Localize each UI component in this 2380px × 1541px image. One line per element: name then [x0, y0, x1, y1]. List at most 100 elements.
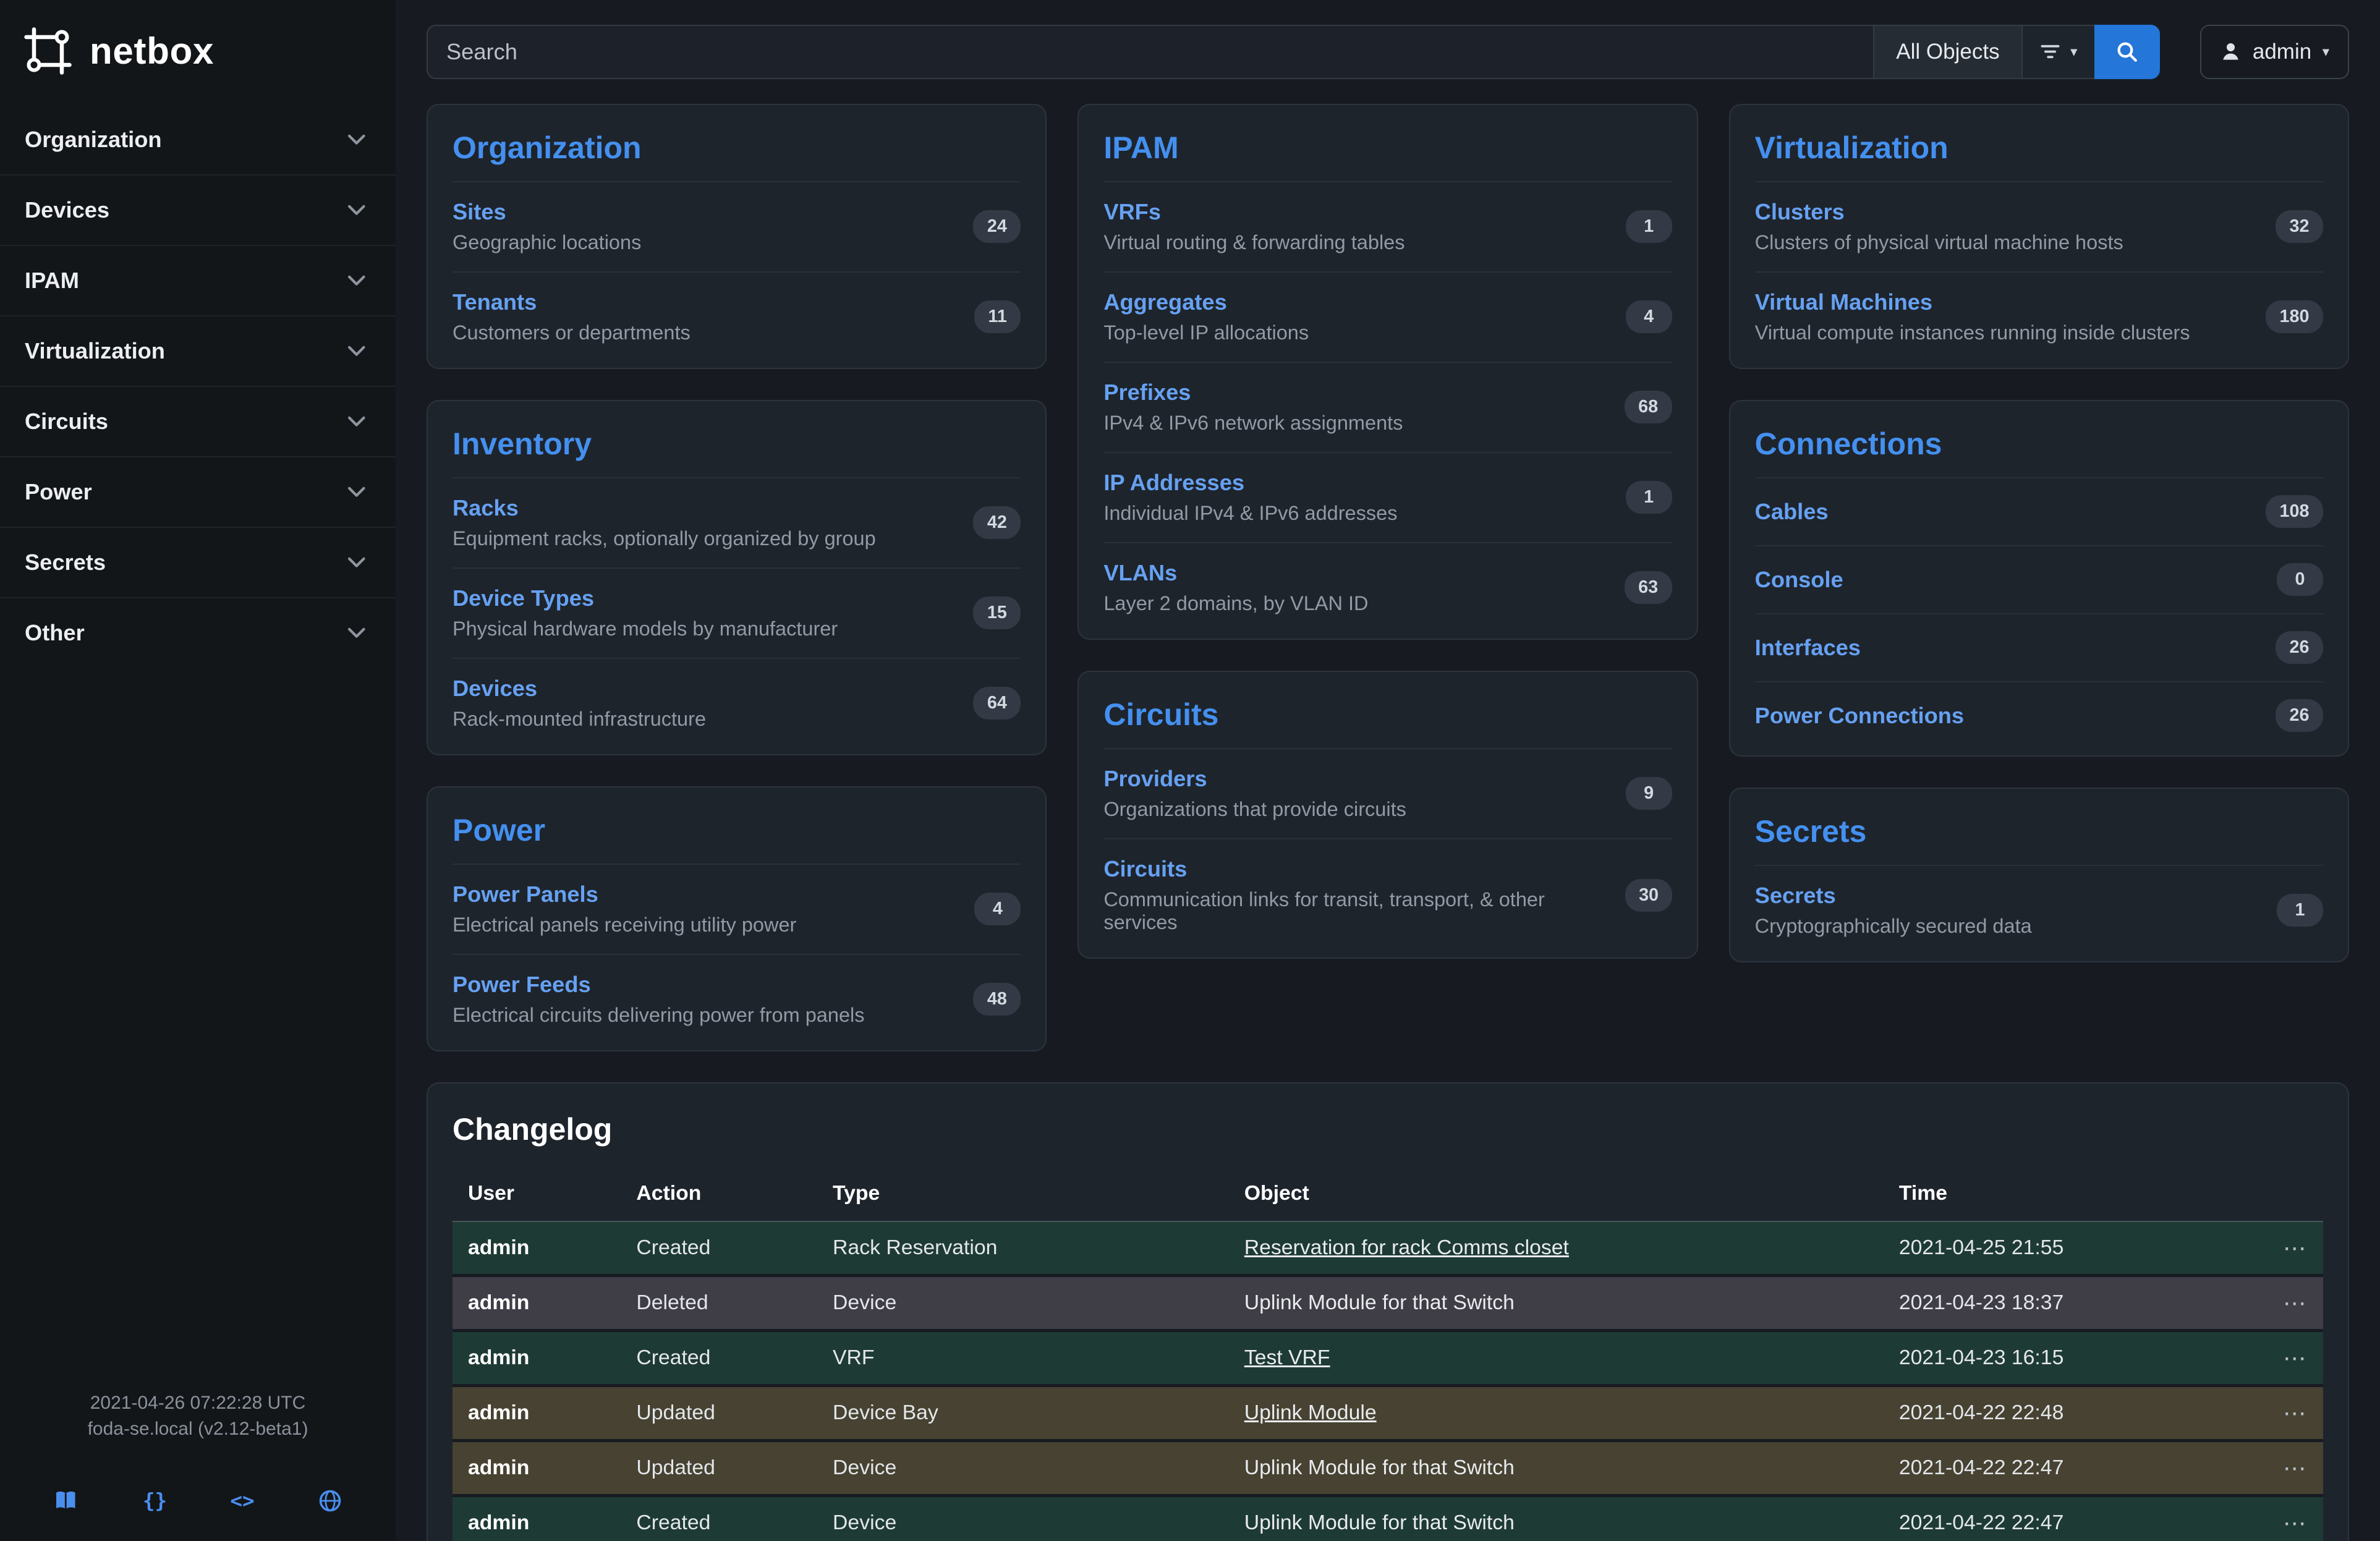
item-text: Secrets Cryptographically secured data — [1755, 883, 2032, 938]
object-link[interactable]: Reservation for rack Comms closet — [1244, 1236, 1569, 1259]
item-description: Virtual routing & forwarding tables — [1103, 231, 1405, 254]
item-link[interactable]: Prefixes — [1103, 380, 1403, 405]
item-link[interactable]: Console — [1755, 567, 1843, 593]
chevron-down-icon — [345, 339, 368, 363]
item-link[interactable]: Power Panels — [453, 881, 796, 907]
sidebar-item-label: Circuits — [25, 409, 108, 435]
dashboard-item-secrets: Secrets Cryptographically secured data 1 — [1755, 865, 2323, 955]
column-header-actions — [2211, 1169, 2323, 1221]
code-icon[interactable]: <> — [230, 1489, 254, 1513]
item-link[interactable]: Racks — [453, 495, 876, 521]
card-body: Providers Organizations that provide cir… — [1103, 748, 1672, 951]
filter-icon — [2039, 41, 2061, 62]
row-actions-icon[interactable]: ⋯ — [2211, 1440, 2323, 1495]
item-link[interactable]: Tenants — [453, 289, 691, 315]
footer-icons: {} <> — [12, 1442, 383, 1526]
item-link[interactable]: Secrets — [1755, 883, 2032, 909]
item-link[interactable]: Power Connections — [1755, 703, 1964, 729]
user-menu-label: admin — [2253, 40, 2311, 64]
item-link[interactable]: VRFs — [1103, 199, 1405, 225]
item-link[interactable]: Power Feeds — [453, 972, 865, 998]
item-link[interactable]: Devices — [453, 676, 706, 702]
item-link[interactable]: Device Types — [453, 585, 838, 611]
item-link[interactable]: Aggregates — [1103, 289, 1309, 315]
dashboard-item-virtual-machines: Virtual Machines Virtual compute instanc… — [1755, 271, 2323, 362]
dashboard-item-circuits: Circuits Communication links for transit… — [1103, 838, 1672, 951]
sidebar-item-organization[interactable]: Organization — [0, 105, 396, 174]
search-submit-button[interactable] — [2094, 25, 2161, 79]
item-link[interactable]: IP Addresses — [1103, 470, 1397, 496]
card-body: Clusters Clusters of physical virtual ma… — [1755, 181, 2323, 362]
sidebar-item-label: Other — [25, 620, 85, 646]
dashboard-item-device-types: Device Types Physical hardware models by… — [453, 567, 1021, 658]
item-description: Layer 2 domains, by VLAN ID — [1103, 592, 1368, 615]
cell-object: Test VRF — [1229, 1330, 1884, 1385]
cell-user: admin — [453, 1275, 621, 1330]
caret-down-icon: ▾ — [2323, 45, 2329, 59]
dashboard-item-cables: Cables 108 — [1755, 477, 2323, 545]
sidebar-item-circuits[interactable]: Circuits — [0, 386, 396, 456]
changelog-row: admin Updated Device Uplink Module for t… — [453, 1440, 2323, 1495]
item-text: Power Panels Electrical panels receiving… — [453, 881, 796, 936]
item-link[interactable]: Cables — [1755, 499, 1829, 525]
user-menu-button[interactable]: admin ▾ — [2200, 25, 2349, 79]
row-actions-icon[interactable]: ⋯ — [2211, 1495, 2323, 1541]
card-body: VRFs Virtual routing & forwarding tables… — [1103, 181, 1672, 632]
row-actions-icon[interactable]: ⋯ — [2211, 1385, 2323, 1440]
cell-type: Device — [817, 1440, 1229, 1495]
chevron-down-icon — [345, 551, 368, 574]
count-badge: 24 — [973, 210, 1021, 243]
column-header-type: Type — [817, 1169, 1229, 1221]
sidebar-item-power[interactable]: Power — [0, 456, 396, 527]
docs-book-icon[interactable] — [53, 1489, 80, 1513]
cell-time: 2021-04-25 21:55 — [1884, 1221, 2211, 1276]
filter-dropdown-button[interactable]: ▾ — [2021, 25, 2094, 79]
card-body: Cables 108 Console 0 Interfaces 26 Power… — [1755, 477, 2323, 749]
sidebar-item-secrets[interactable]: Secrets — [0, 527, 396, 597]
search-scope-button[interactable]: All Objects — [1873, 25, 2021, 79]
count-badge: 4 — [1626, 300, 1672, 333]
dashboard-item-prefixes: Prefixes IPv4 & IPv6 network assignments… — [1103, 362, 1672, 452]
card-body: Sites Geographic locations 24 Tenants Cu… — [453, 181, 1021, 362]
cell-type: Rack Reservation — [817, 1221, 1229, 1276]
dashboard-item-console: Console 0 — [1755, 545, 2323, 613]
api-braces-icon[interactable]: {} — [143, 1489, 167, 1513]
row-actions-icon[interactable]: ⋯ — [2211, 1221, 2323, 1276]
item-link[interactable]: Virtual Machines — [1755, 289, 2190, 315]
count-badge: 15 — [973, 596, 1021, 629]
item-description: Electrical panels receiving utility powe… — [453, 914, 796, 936]
item-link[interactable]: VLANs — [1103, 560, 1368, 586]
item-link[interactable]: Circuits — [1103, 856, 1609, 882]
object-link[interactable]: Test VRF — [1244, 1346, 1330, 1369]
item-link[interactable]: Sites — [453, 199, 641, 225]
count-badge: 26 — [2276, 631, 2323, 664]
cell-type: Device Bay — [817, 1385, 1229, 1440]
sidebar-footer: 2021-04-26 07:22:28 UTC foda-se.local (v… — [0, 1372, 396, 1541]
row-actions-icon[interactable]: ⋯ — [2211, 1330, 2323, 1385]
search-input[interactable] — [427, 25, 1873, 79]
item-text: Clusters Clusters of physical virtual ma… — [1755, 199, 2123, 254]
object-link: Uplink Module for that Switch — [1244, 1456, 1515, 1479]
column-header-user: User — [453, 1169, 621, 1221]
card-inventory: Inventory Racks Equipment racks, optiona… — [427, 400, 1047, 755]
item-text: Console — [1755, 567, 1843, 593]
item-link[interactable]: Providers — [1103, 766, 1406, 792]
changelog-row: admin Updated Device Bay Uplink Module 2… — [453, 1385, 2323, 1440]
card-circuits: Circuits Providers Organizations that pr… — [1077, 671, 1698, 959]
sidebar-item-other[interactable]: Other — [0, 597, 396, 668]
item-link[interactable]: Interfaces — [1755, 635, 1861, 661]
netbox-logo[interactable]: netbox — [0, 0, 396, 105]
cell-user: admin — [453, 1221, 621, 1276]
item-link[interactable]: Clusters — [1755, 199, 2123, 225]
row-actions-icon[interactable]: ⋯ — [2211, 1275, 2323, 1330]
sidebar-item-virtualization[interactable]: Virtualization — [0, 315, 396, 386]
count-badge: 180 — [2266, 300, 2323, 333]
sidebar-item-ipam[interactable]: IPAM — [0, 245, 396, 315]
sidebar-item-devices[interactable]: Devices — [0, 174, 396, 245]
cell-user: admin — [453, 1330, 621, 1385]
globe-icon[interactable] — [318, 1488, 342, 1513]
object-link[interactable]: Uplink Module — [1244, 1401, 1377, 1424]
count-badge: 108 — [2266, 495, 2323, 528]
item-text: VLANs Layer 2 domains, by VLAN ID — [1103, 560, 1368, 615]
count-badge: 1 — [2277, 894, 2323, 927]
